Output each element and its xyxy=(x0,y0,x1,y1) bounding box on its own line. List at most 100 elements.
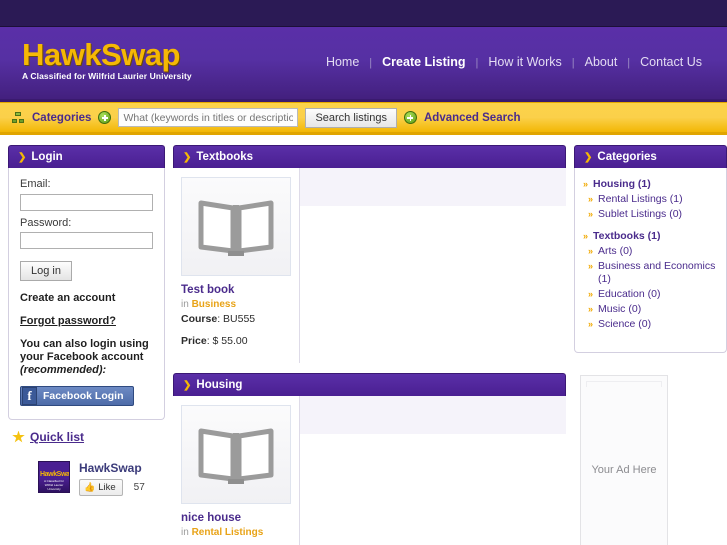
right-sidebar: ❯ Categories » Housing (1) » Rental List… xyxy=(574,145,727,545)
main-content: ❯ Textbooks Test book in Business Course… xyxy=(173,145,566,545)
advertisement-placeholder[interactable]: Your Ad Here xyxy=(580,375,668,545)
login-panel-header: ❯ Login xyxy=(8,145,165,168)
category-child-sublet-listings[interactable]: » Sublet Listings (0) xyxy=(583,208,717,221)
forgot-password-link[interactable]: Forgot password? xyxy=(20,315,153,327)
category-link[interactable]: Science (0) xyxy=(598,318,651,331)
category-child-business-and-economics[interactable]: » Business and Economics (1) xyxy=(583,260,717,286)
brand-subtitle: A Classified for Wilfrid Laurier Univers… xyxy=(22,71,192,81)
green-plus-icon-advanced[interactable] xyxy=(403,111,417,124)
hawkswap-page-thumbnail[interactable]: HawkSwap A Classified for Wilfrid Laurie… xyxy=(38,461,70,493)
facebook-note-line-2: your Facebook account xyxy=(20,351,144,363)
category-child-rental-listings[interactable]: » Rental Listings (1) xyxy=(583,193,717,206)
facebook-login-label: Facebook Login xyxy=(43,390,124,402)
in-label: in xyxy=(181,299,189,310)
left-sidebar: ❯ Login Email: Password: Log in Create a… xyxy=(8,145,165,539)
category-link[interactable]: Music (0) xyxy=(598,303,641,316)
nav-separator: | xyxy=(627,57,631,69)
main-navigation: Home | Create Listing | How it Works | About | C… xyxy=(289,53,709,73)
double-chevron-icon: » xyxy=(583,179,589,189)
category-link[interactable]: Arts (0) xyxy=(598,245,632,258)
search-input[interactable] xyxy=(118,108,299,127)
section-housing: ❯ Housing nice house in Rental Listings xyxy=(173,373,566,545)
create-account-link[interactable]: Create an account xyxy=(20,292,153,304)
advanced-search-link[interactable]: Advanced Search xyxy=(424,112,521,124)
nav-item-contact-us[interactable]: Contact Us xyxy=(633,55,709,69)
category-child-music[interactable]: » Music (0) xyxy=(583,303,717,316)
chevron-right-icon: ❯ xyxy=(183,151,192,163)
login-panel-title: Login xyxy=(31,151,63,163)
category-parent-textbooks[interactable]: » Textbooks (1) xyxy=(583,230,717,243)
category-link[interactable]: Business and Economics (1) xyxy=(598,260,717,286)
textbooks-panel-title: Textbooks xyxy=(196,151,254,163)
thumbnail-subtitle: A Classified for Wilfrid Laurier Univers… xyxy=(43,479,64,491)
listing-item[interactable]: nice house in Rental Listings xyxy=(173,396,300,545)
password-field[interactable] xyxy=(20,232,153,249)
quick-list-link[interactable]: Quick list xyxy=(30,430,84,444)
open-book-icon xyxy=(198,428,274,484)
search-listings-button[interactable]: Search listings xyxy=(305,107,397,128)
category-group-housing: » Housing (1) » Rental Listings (1) » Su… xyxy=(583,178,717,221)
email-label: Email: xyxy=(20,178,51,190)
nav-separator: | xyxy=(369,57,373,69)
open-book-icon xyxy=(198,200,274,256)
listing-thumbnail[interactable] xyxy=(181,405,291,504)
green-plus-icon[interactable] xyxy=(98,111,112,124)
facebook-page-info: HawkSwap 👍 Like 57 xyxy=(79,461,145,496)
category-parent-housing[interactable]: » Housing (1) xyxy=(583,178,717,191)
password-label: Password: xyxy=(20,216,72,229)
course-label: Course xyxy=(181,313,218,325)
double-chevron-icon: » xyxy=(588,289,594,299)
thumbs-up-icon: 👍 xyxy=(84,482,96,492)
login-panel: ❯ Login Email: Password: Log in Create a… xyxy=(8,145,165,420)
double-chevron-icon: » xyxy=(588,261,594,271)
nav-item-create-listing[interactable]: Create Listing xyxy=(375,55,472,69)
page-body: ❯ Login Email: Password: Log in Create a… xyxy=(0,135,727,545)
listing-category-link[interactable]: Rental Listings xyxy=(192,527,264,538)
listing-title[interactable]: Test book xyxy=(181,284,291,296)
listing-category-line: in Rental Listings xyxy=(181,527,291,538)
listing-thumbnail[interactable] xyxy=(181,177,291,276)
listing-category-link[interactable]: Business xyxy=(192,299,236,310)
categories-panel-body: » Housing (1) » Rental Listings (1) » Su… xyxy=(574,168,727,353)
category-link[interactable]: Sublet Listings (0) xyxy=(598,208,682,221)
categories-menu-label[interactable]: Categories xyxy=(32,112,91,124)
search-bar: Categories Search listings Advanced Sear… xyxy=(0,102,727,135)
listing-title[interactable]: nice house xyxy=(181,512,291,524)
double-chevron-icon: » xyxy=(588,209,594,219)
facebook-login-button[interactable]: f Facebook Login xyxy=(20,386,134,406)
chevron-right-icon: ❯ xyxy=(183,379,192,391)
textbooks-listing-area: Test book in Business Course: BU555 Pric… xyxy=(173,168,566,363)
category-group-textbooks: » Textbooks (1) » Arts (0) » Business an… xyxy=(583,230,717,331)
nav-item-how-it-works[interactable]: How it Works xyxy=(481,55,568,69)
category-link[interactable]: Education (0) xyxy=(598,288,660,301)
facebook-login-note: You can also login using your Facebook a… xyxy=(20,338,153,377)
section-textbooks: ❯ Textbooks Test book in Business Course… xyxy=(173,145,566,363)
price-label: Price xyxy=(181,335,207,347)
quick-list-header: Quick list xyxy=(12,430,161,444)
nav-item-about[interactable]: About xyxy=(578,55,625,69)
email-field[interactable] xyxy=(20,193,153,211)
category-child-education[interactable]: » Education (0) xyxy=(583,288,717,301)
category-link[interactable]: Rental Listings (1) xyxy=(598,193,683,206)
facebook-page-name: HawkSwap xyxy=(79,461,142,475)
login-panel-body: Email: Password: Log in Create an accoun… xyxy=(8,168,165,420)
category-link[interactable]: Textbooks (1) xyxy=(593,230,660,243)
facebook-like-button[interactable]: 👍 Like xyxy=(79,479,123,496)
facebook-note-line-3: (recommended): xyxy=(20,364,107,376)
listing-item[interactable]: Test book in Business Course: BU555 Pric… xyxy=(173,168,300,363)
chevron-right-icon: ❯ xyxy=(584,151,593,163)
facebook-note-line-1: You can also login using xyxy=(20,338,149,350)
facebook-f-icon: f xyxy=(22,387,37,405)
nav-item-home[interactable]: Home xyxy=(319,55,366,69)
category-link[interactable]: Housing (1) xyxy=(593,178,651,191)
price-value: $ 55.00 xyxy=(212,335,248,347)
sitemap-icon xyxy=(12,111,25,124)
like-count: 57 xyxy=(133,482,145,493)
category-child-science[interactable]: » Science (0) xyxy=(583,318,717,331)
housing-panel-title: Housing xyxy=(196,379,243,391)
log-in-button[interactable]: Log in xyxy=(20,261,72,281)
category-child-arts[interactable]: » Arts (0) xyxy=(583,245,717,258)
double-chevron-icon: » xyxy=(588,319,594,329)
brand[interactable]: HawkSwap A Classified for Wilfrid Laurie… xyxy=(0,27,192,81)
categories-panel-title: Categories xyxy=(597,151,657,163)
